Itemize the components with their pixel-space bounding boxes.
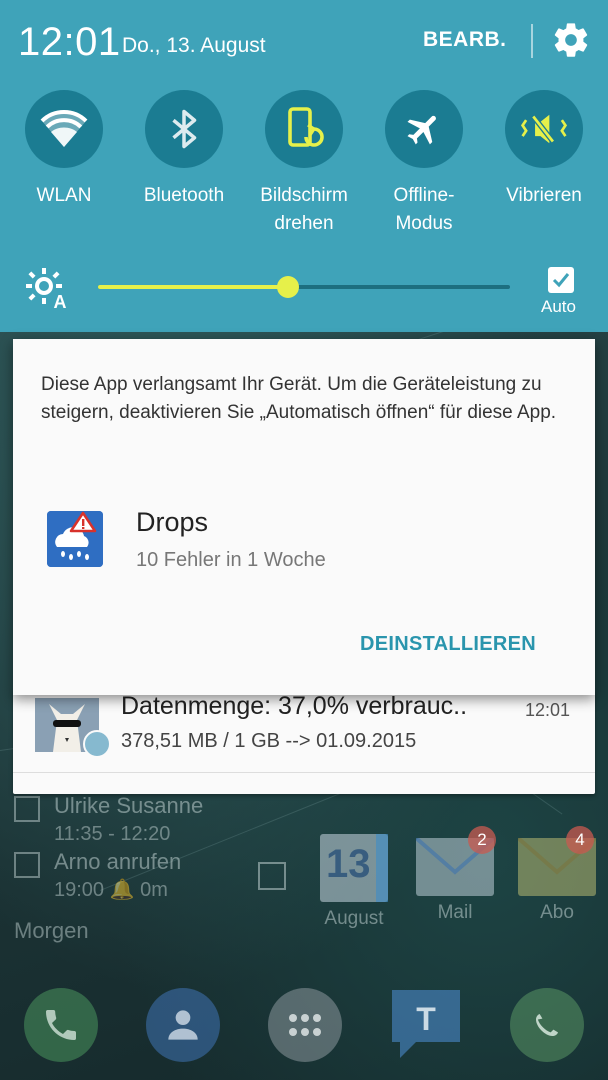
calendar-item-title: Ulrike Susanne [54, 793, 204, 818]
toggle-label: Bluetooth [143, 185, 225, 206]
notification-subtitle: 378,51 MB / 1 GB --> 01.09.2015 [121, 730, 417, 752]
contacts-app-icon[interactable] [146, 988, 220, 1062]
app-name: Drops [136, 507, 209, 537]
brightness-slider-fill [98, 285, 288, 289]
toggle-bluetooth[interactable]: Bluetooth [124, 90, 244, 210]
calendar-item-title: Arno anrufen [54, 849, 182, 874]
toggle-label: WLAN [36, 185, 92, 206]
abo-app-icon[interactable]: 4 Abo [518, 826, 596, 924]
checkbox[interactable] [14, 796, 40, 822]
whatsapp-icon [536, 1014, 558, 1036]
brightness-slider[interactable] [98, 276, 510, 298]
auto-brightness-checkbox[interactable] [548, 267, 574, 293]
speech-bubble-icon: T [392, 990, 460, 1058]
toggle-label: Bildschirm drehen [260, 185, 348, 234]
dialog-message: Diese App verlangsamt Ihr Gerät. Um die … [41, 374, 557, 423]
mail-label: Mail [437, 902, 473, 923]
messaging-app-icon[interactable]: T [388, 988, 464, 1060]
checkbox[interactable] [14, 852, 40, 878]
uninstall-button[interactable]: DEINSTALLIEREN [360, 633, 536, 656]
mail-app-icon[interactable]: 2 Mail [416, 826, 496, 924]
calendar-app-icon[interactable]: 13 August [320, 834, 388, 930]
apps-drawer-icon[interactable] [268, 988, 342, 1062]
airplane-icon [407, 115, 436, 145]
svg-text:T: T [416, 1001, 436, 1037]
data-usage-notification[interactable]: Datenmenge: 37,0% verbrauc.. 12:01 378,5… [13, 690, 595, 794]
notification-time: 12:01 [525, 700, 571, 720]
header-divider [531, 24, 533, 58]
notification-app-badge [83, 730, 111, 758]
toggle-label: Offline- Modus [393, 185, 455, 234]
dots-icon [289, 1014, 321, 1036]
toggle-wlan[interactable]: WLAN [4, 90, 124, 210]
calendar-item[interactable]: Ulrike Susanne 11:35 - 12:20 [14, 792, 203, 848]
calendar-item-time: 11:35 - 12:20 [54, 823, 171, 845]
brightness-slider-thumb[interactable] [276, 276, 299, 298]
clock: 12:01 [18, 20, 121, 64]
wifi-icon [40, 110, 88, 147]
toggle-vibrate[interactable]: Vibrieren [484, 90, 604, 210]
vibrate-icon [520, 114, 568, 144]
app-error-count: 10 Fehler in 1 Woche [136, 549, 326, 571]
morgen-label: Morgen [14, 918, 89, 943]
notification-shade: 12:01 Do., 13. August BEARB. WLAN Blueto… [0, 0, 608, 332]
calendar-item-time: 19:00 🔔 0m [54, 879, 168, 901]
app-slowing-dialog: Diese App verlangsamt Ihr Gerät. Um die … [13, 339, 595, 695]
notification-divider [13, 772, 595, 773]
toggle-label: Vibrieren [506, 185, 582, 206]
notification-title: Datenmenge: 37,0% verbrauc.. [121, 692, 468, 720]
checkmark-icon [552, 273, 570, 288]
toggle-screen-rotate[interactable]: Bildschirm drehen [244, 90, 364, 238]
date: Do., 13. August [122, 34, 266, 57]
mail-badge: 2 [468, 826, 496, 854]
person-icon [168, 1010, 198, 1040]
auto-brightness-label: Auto [541, 297, 576, 316]
screen-rotate-icon [288, 107, 324, 147]
phone-icon [46, 1010, 76, 1040]
phone-app-icon[interactable] [24, 988, 98, 1062]
empty-checkbox[interactable] [258, 862, 286, 890]
bluetooth-icon [172, 109, 197, 149]
abo-badge: 4 [566, 826, 594, 854]
drops-app-icon [47, 511, 103, 567]
brightness-auto-icon: A [26, 268, 67, 310]
calendar-day: 13 [326, 842, 371, 886]
calendar-label: August [324, 908, 384, 929]
edit-button[interactable]: BEARB. [423, 28, 507, 52]
settings-gear-icon[interactable] [551, 20, 591, 60]
abo-label: Abo [540, 902, 574, 923]
whatsapp-app-icon[interactable] [510, 988, 584, 1062]
svg-text:A: A [54, 292, 67, 310]
calendar-item[interactable]: Arno anrufen 19:00 🔔 0m [14, 848, 181, 904]
toggle-airplane-mode[interactable]: Offline- Modus [364, 90, 484, 238]
